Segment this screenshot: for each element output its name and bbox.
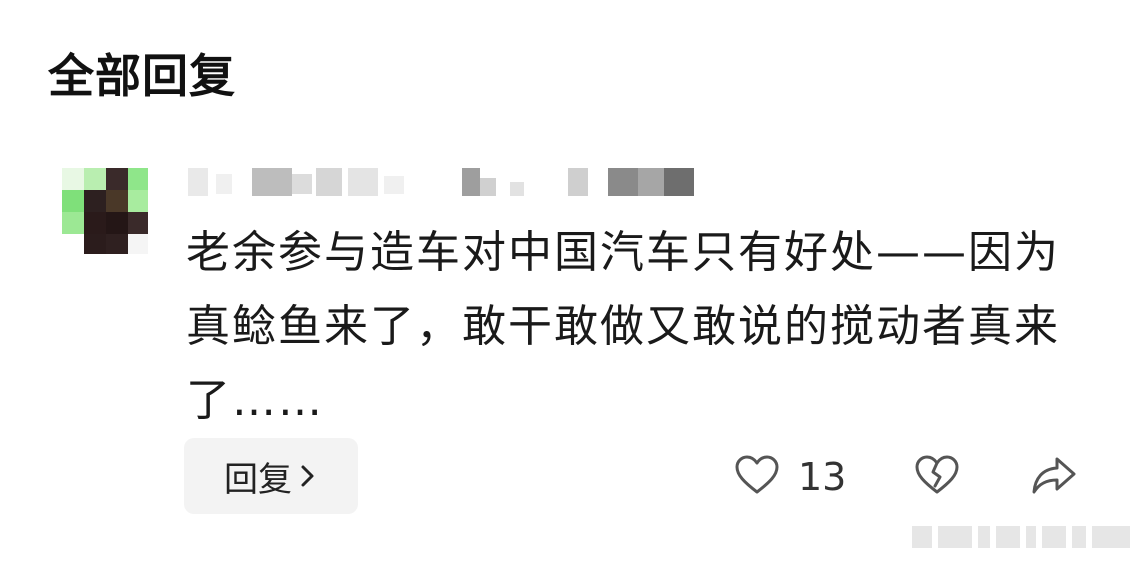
- username-redacted[interactable]: [188, 168, 694, 198]
- share-button[interactable]: [1030, 454, 1078, 500]
- reply-button-label: 回复: [224, 459, 292, 500]
- dislike-button[interactable]: [914, 454, 960, 500]
- watermark: [912, 518, 1130, 558]
- section-title: 全部回复: [48, 49, 236, 103]
- broken-heart-icon: [914, 454, 960, 500]
- share-arrow-icon: [1030, 454, 1078, 500]
- avatar[interactable]: [62, 168, 148, 254]
- reply-button[interactable]: 回复: [184, 438, 358, 514]
- chevron-right-icon: [298, 463, 318, 489]
- heart-icon: [734, 454, 780, 500]
- like-count: 13: [798, 455, 847, 499]
- comment-text: 老余参与造车对中国汽车只有好处——因为真鲶鱼来了，敢干敢做又敢说的搅动者真来了……: [186, 227, 1060, 426]
- like-button[interactable]: 13: [734, 454, 846, 500]
